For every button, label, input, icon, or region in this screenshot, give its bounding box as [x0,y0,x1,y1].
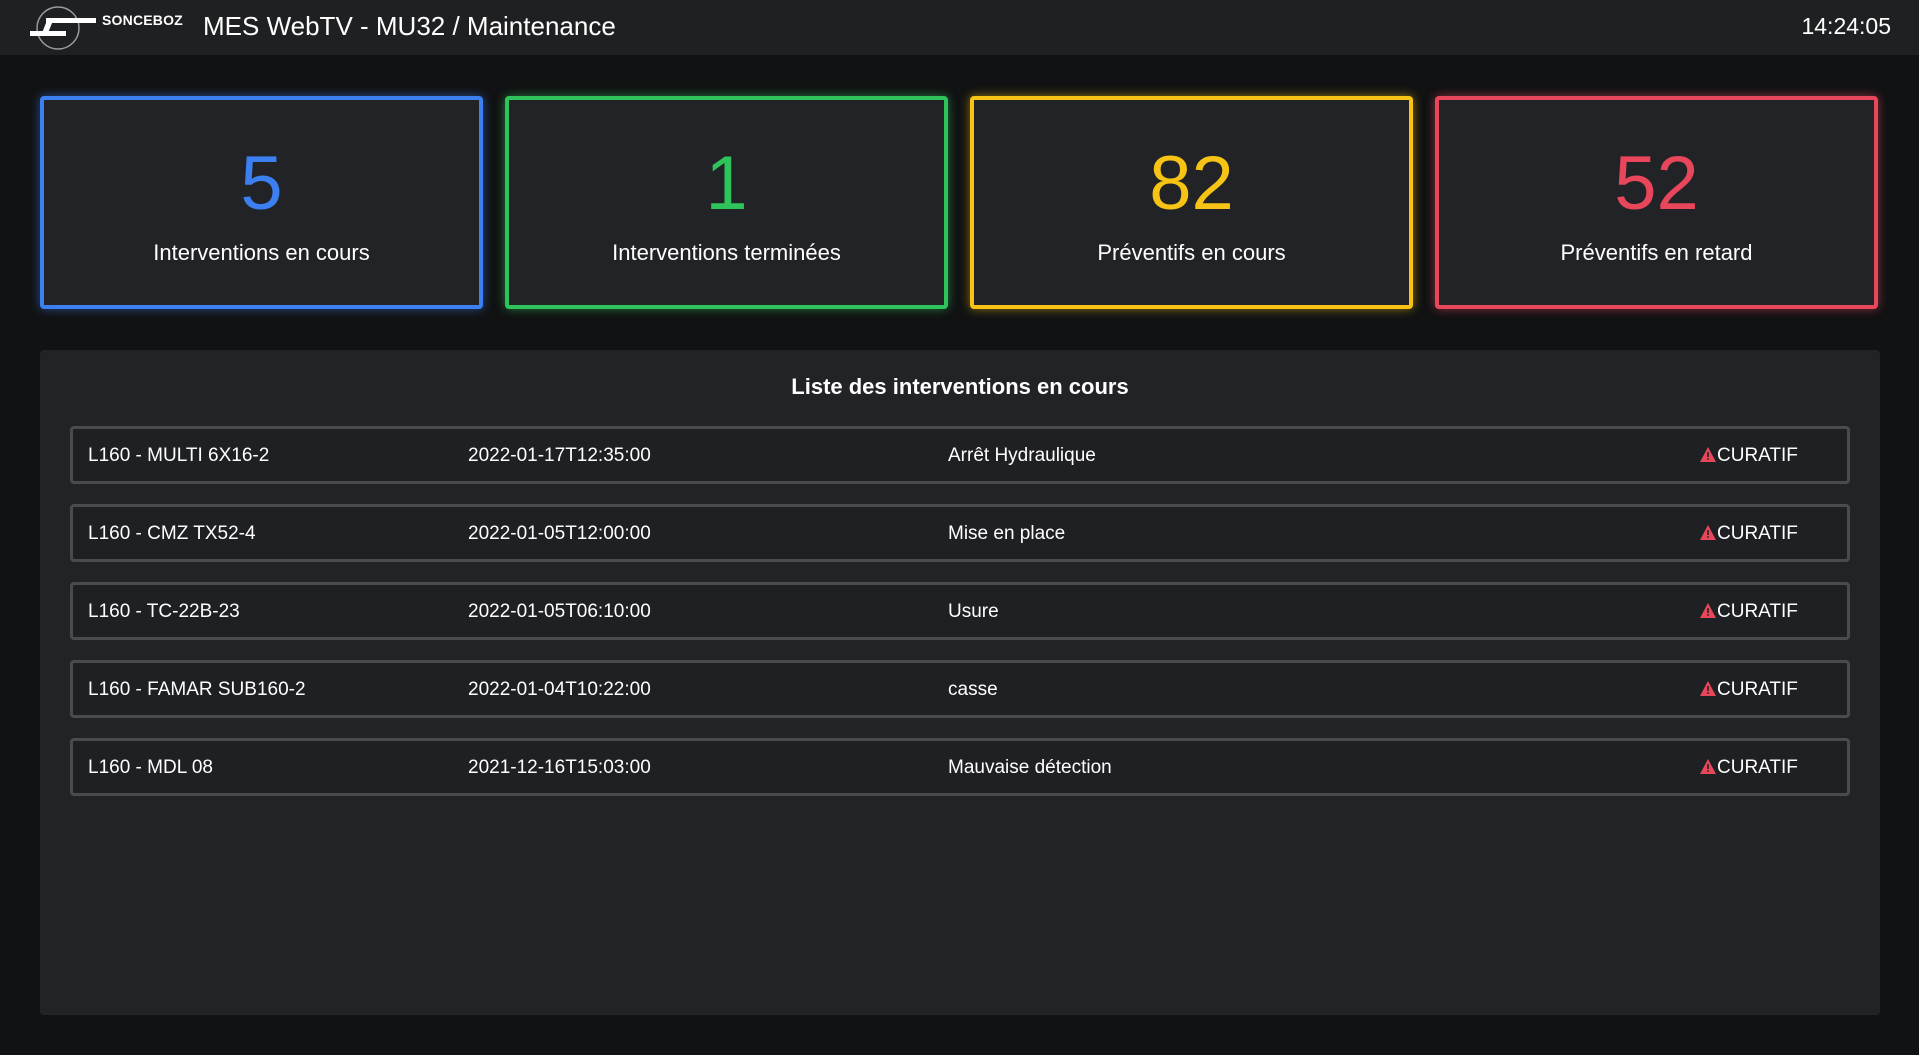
machine-name: L160 - MDL 08 [88,757,213,778]
machine-name: L160 - TC-22B-23 [88,601,240,622]
kpi-interventions-terminees: 1 Interventions terminées [505,96,948,309]
clock: 14:24:05 [1801,13,1891,39]
intervention-type: CURATIF [1700,523,1798,545]
machine-name: L160 - FAMAR SUB160-2 [88,679,306,700]
intervention-type: CURATIF [1700,445,1798,467]
intervention-type: CURATIF [1700,757,1798,779]
intervention-row[interactable]: L160 - CMZ TX52-4 2022-01-05T12:00:00 Mi… [70,504,1850,562]
intervention-type-label: CURATIF [1717,523,1798,544]
warning-triangle-icon [1700,603,1716,618]
kpi-preventifs-en-cours: 82 Préventifs en cours [970,96,1413,309]
kpi-label: Interventions terminées [612,240,841,265]
intervention-reason: Usure [948,601,999,622]
kpi-value: 52 [1614,141,1699,226]
kpi-preventifs-en-retard: 52 Préventifs en retard [1435,96,1878,309]
warning-triangle-icon [1700,447,1716,462]
intervention-type: CURATIF [1700,679,1798,701]
top-bar: SONCEBOZ MES WebTV - MU32 / Maintenance … [0,0,1919,55]
kpi-label: Préventifs en cours [1097,240,1286,265]
interventions-list: L160 - MULTI 6X16-2 2022-01-17T12:35:00 … [70,426,1850,816]
sonceboz-logo: SONCEBOZ [28,4,188,52]
intervention-row[interactable]: L160 - TC-22B-23 2022-01-05T06:10:00 Usu… [70,582,1850,640]
kpi-value: 1 [705,141,748,226]
intervention-date: 2022-01-05T12:00:00 [468,523,651,544]
intervention-date: 2022-01-17T12:35:00 [468,445,651,466]
kpi-interventions-en-cours: 5 Interventions en cours [40,96,483,309]
warning-triangle-icon [1700,759,1716,774]
kpi-label: Interventions en cours [153,240,370,265]
interventions-panel: Liste des interventions en cours L160 - … [40,350,1880,1015]
warning-triangle-icon [1700,681,1716,696]
intervention-date: 2021-12-16T15:03:00 [468,757,651,778]
intervention-reason: Mauvaise détection [948,757,1112,778]
kpi-value: 82 [1149,141,1234,226]
intervention-type-label: CURATIF [1717,601,1798,622]
panel-title: Liste des interventions en cours [791,374,1129,399]
machine-name: L160 - MULTI 6X16-2 [88,445,270,466]
intervention-date: 2022-01-05T06:10:00 [468,601,651,622]
intervention-reason: casse [948,679,998,700]
kpi-value: 5 [240,141,283,226]
intervention-type: CURATIF [1700,601,1798,623]
intervention-reason: Mise en place [948,523,1066,544]
intervention-reason: Arrêt Hydraulique [948,445,1096,466]
machine-name: L160 - CMZ TX52-4 [88,523,256,544]
intervention-row[interactable]: L160 - MULTI 6X16-2 2022-01-17T12:35:00 … [70,426,1850,484]
kpi-label: Préventifs en retard [1560,240,1753,265]
intervention-type-label: CURATIF [1717,679,1798,700]
intervention-type-label: CURATIF [1717,445,1798,466]
logo-text: SONCEBOZ [102,12,183,28]
intervention-row[interactable]: L160 - MDL 08 2021-12-16T15:03:00 Mauvai… [70,738,1850,796]
intervention-type-label: CURATIF [1717,757,1798,778]
warning-triangle-icon [1700,525,1716,540]
page-title: MES WebTV - MU32 / Maintenance [203,11,616,41]
intervention-row[interactable]: L160 - FAMAR SUB160-2 2022-01-04T10:22:0… [70,660,1850,718]
sonceboz-logo-icon [30,6,96,50]
intervention-date: 2022-01-04T10:22:00 [468,679,651,700]
